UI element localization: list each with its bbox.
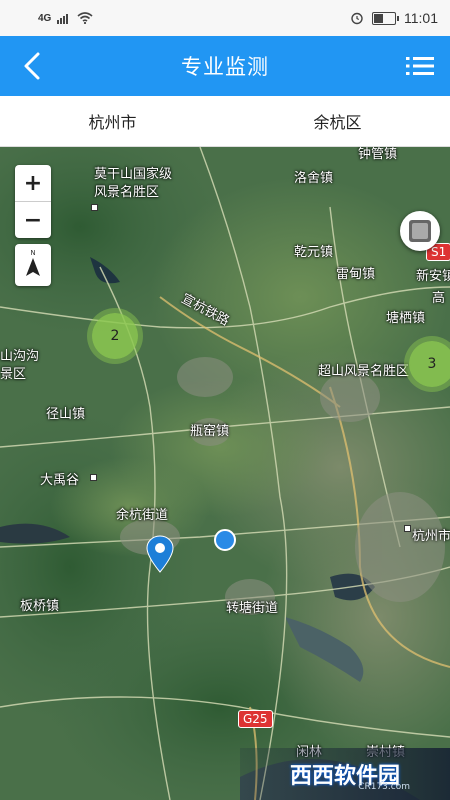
wifi-icon [77, 12, 93, 24]
map-label-gao: 高 [432, 291, 446, 306]
compass-button[interactable]: N [15, 244, 51, 286]
app-header: 专业监测 [0, 36, 450, 96]
poi-marker [404, 525, 411, 532]
north-arrow-icon: N [26, 249, 40, 276]
signal-indicator: 4G [38, 12, 52, 24]
map-label-leidian: 雷甸镇 [336, 267, 376, 282]
zoom-control: + − [15, 165, 51, 238]
map-label-shangou: 山沟沟 [0, 349, 40, 364]
layers-icon [409, 220, 431, 242]
map-label-dayugu: 大禹谷 [40, 473, 80, 488]
poi-marker [91, 204, 98, 211]
satellite-map[interactable]: 莫干山国家级 风景名胜区 钟管镇 洛舍镇 乾元镇 雷甸镇 新安镇 高 S1 宣杭… [0, 147, 450, 800]
current-location-dot [214, 529, 236, 551]
zoom-out-button[interactable]: − [15, 201, 51, 238]
map-label-banqiao: 板桥镇 [20, 599, 60, 614]
map-label-pingyao: 瓶窑镇 [190, 424, 230, 439]
region-selector-bar: 杭州市 余杭区 [0, 96, 450, 147]
map-label-luoshe: 洛舍镇 [294, 171, 334, 186]
location-pin-icon[interactable] [146, 535, 174, 573]
map-label-jingshan: 径山镇 [46, 407, 86, 422]
map-label-zhuantang: 转塘街道 [226, 601, 279, 616]
watermark: 西西软件园 CR173.com [240, 748, 450, 800]
map-label-chaoshan: 超山风景名胜区 [318, 364, 410, 379]
map-label-tangqi: 塘栖镇 [386, 311, 426, 326]
map-label-zhongguan: 钟管镇 [358, 147, 398, 162]
city-selector[interactable]: 杭州市 [0, 109, 225, 133]
watermark-sub: CR173.com [358, 782, 410, 792]
map-label-yuhang: 余杭街道 [116, 508, 169, 523]
zoom-in-button[interactable]: + [15, 165, 51, 201]
map-label-hangzhou: 杭州市 [412, 529, 450, 544]
map-label-xinan: 新安镇 [416, 269, 450, 284]
cluster-marker[interactable]: 3 [409, 341, 450, 387]
list-menu-icon[interactable] [406, 54, 434, 78]
page-title: 专业监测 [181, 55, 269, 79]
map-label-moganshan: 莫干山国家级 [94, 167, 173, 182]
district-selector[interactable]: 余杭区 [225, 109, 450, 133]
signal-bars-icon [57, 14, 69, 24]
compass-label: N [30, 249, 35, 257]
map-label-qianyuan: 乾元镇 [294, 245, 334, 260]
cluster-marker[interactable]: 2 [92, 313, 138, 359]
status-time: 11:01 [404, 10, 438, 26]
alarm-icon [351, 12, 363, 25]
status-bar: 4G 11:01 [0, 0, 450, 36]
battery-icon [372, 11, 399, 25]
road-badge-g25: G25 [238, 710, 273, 728]
map-label-qu: 景区 [0, 367, 27, 382]
back-arrow-icon[interactable] [18, 48, 48, 84]
layer-switch-button[interactable] [400, 211, 440, 251]
map-label-moganshan-2: 风景名胜区 [94, 185, 160, 200]
poi-marker [90, 474, 97, 481]
